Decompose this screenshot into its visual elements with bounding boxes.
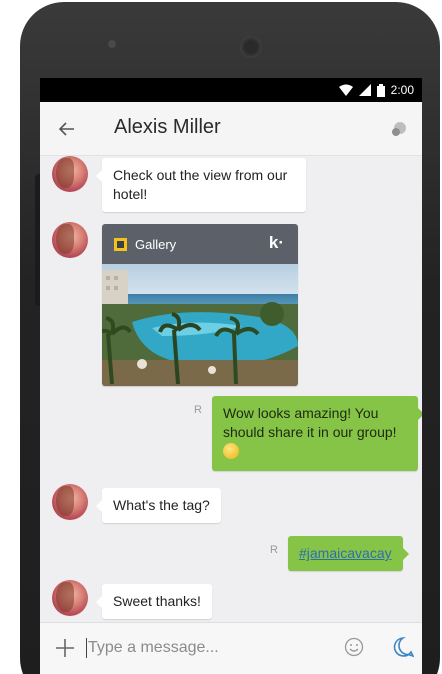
gallery-card-title: Gallery xyxy=(135,236,177,252)
avatar[interactable] xyxy=(52,156,88,192)
battery-icon xyxy=(376,83,385,97)
message-text: Sweet thanks! xyxy=(113,593,201,609)
options-icon[interactable] xyxy=(390,120,408,138)
gallery-icon xyxy=(114,237,127,251)
back-arrow-icon[interactable] xyxy=(58,120,76,138)
message-bubble-incoming[interactable]: Sweet thanks! xyxy=(96,584,212,619)
status-bar: 2:00 xyxy=(40,78,422,102)
message-text: What's the tag? xyxy=(113,497,210,513)
message-composer xyxy=(40,622,422,674)
smiley-emoji-icon xyxy=(223,443,239,459)
message-bubble-outgoing[interactable]: #jamaicavacay xyxy=(288,536,409,571)
gallery-card-header: Gallery k· xyxy=(102,224,298,264)
emoji-icon[interactable] xyxy=(344,637,364,657)
text-caret xyxy=(86,638,87,658)
wifi-icon xyxy=(338,84,353,96)
send-icon[interactable] xyxy=(392,636,414,658)
avatar[interactable] xyxy=(52,484,88,520)
signal-icon xyxy=(358,84,371,96)
avatar[interactable] xyxy=(52,580,88,616)
message-bubble-incoming[interactable]: What's the tag? xyxy=(96,488,221,523)
message-text: Check out the view from our hotel! xyxy=(113,167,288,202)
message-bubble-incoming[interactable]: Check out the view from our hotel! xyxy=(96,158,306,212)
plus-icon[interactable] xyxy=(54,637,76,659)
hotel-view-photo[interactable] xyxy=(102,264,298,386)
read-receipt: R xyxy=(270,544,278,556)
chat-header: Alexis Miller xyxy=(40,102,422,156)
gallery-image-message[interactable]: Gallery k· xyxy=(102,224,298,386)
avatar[interactable] xyxy=(52,222,88,258)
message-text: Wow looks amazing! You should share it i… xyxy=(223,405,397,440)
status-time: 2:00 xyxy=(390,83,414,97)
read-receipt: R xyxy=(194,404,202,416)
earpiece-speaker xyxy=(240,36,262,58)
front-camera xyxy=(108,40,116,48)
message-bubble-outgoing[interactable]: Wow looks amazing! You should share it i… xyxy=(212,396,422,471)
phone-screen: 2:00 Alexis Miller Check out the view fr… xyxy=(40,78,422,674)
message-list[interactable]: Check out the view from our hotel! Galle… xyxy=(40,156,422,622)
kik-logo: k· xyxy=(268,233,284,252)
hashtag-link[interactable]: #jamaicavacay xyxy=(299,545,392,561)
message-input[interactable] xyxy=(88,635,328,661)
contact-name[interactable]: Alexis Miller xyxy=(114,116,221,139)
